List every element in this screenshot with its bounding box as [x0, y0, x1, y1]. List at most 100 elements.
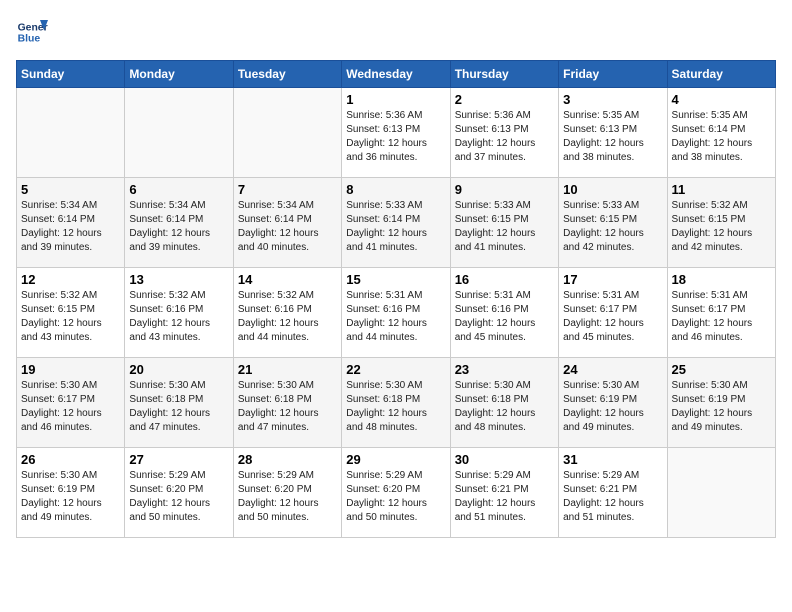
day-header-tuesday: Tuesday — [233, 61, 341, 88]
day-info: Sunrise: 5:31 AM Sunset: 6:16 PM Dayligh… — [455, 289, 554, 345]
day-info: Sunrise: 5:30 AM Sunset: 6:19 PM Dayligh… — [672, 379, 771, 435]
calendar-cell: 20 Sunrise: 5:30 AM Sunset: 6:18 PM Dayli… — [125, 358, 233, 448]
day-number: 26 — [21, 452, 120, 467]
day-info: Sunrise: 5:30 AM Sunset: 6:17 PM Dayligh… — [21, 379, 120, 435]
calendar-cell: 24 Sunrise: 5:30 AM Sunset: 6:19 PM Dayli… — [559, 358, 667, 448]
day-info: Sunrise: 5:34 AM Sunset: 6:14 PM Dayligh… — [21, 199, 120, 255]
day-number: 15 — [346, 272, 445, 287]
calendar-cell — [125, 88, 233, 178]
calendar-cell: 12 Sunrise: 5:32 AM Sunset: 6:15 PM Dayli… — [17, 268, 125, 358]
day-number: 8 — [346, 182, 445, 197]
day-info: Sunrise: 5:34 AM Sunset: 6:14 PM Dayligh… — [129, 199, 228, 255]
day-header-friday: Friday — [559, 61, 667, 88]
day-number: 4 — [672, 92, 771, 107]
day-number: 18 — [672, 272, 771, 287]
day-number: 30 — [455, 452, 554, 467]
day-number: 24 — [563, 362, 662, 377]
week-row-2: 5 Sunrise: 5:34 AM Sunset: 6:14 PM Daylig… — [17, 178, 776, 268]
day-info: Sunrise: 5:29 AM Sunset: 6:21 PM Dayligh… — [563, 469, 662, 525]
day-number: 16 — [455, 272, 554, 287]
calendar-cell: 25 Sunrise: 5:30 AM Sunset: 6:19 PM Dayli… — [667, 358, 775, 448]
calendar-cell: 1 Sunrise: 5:36 AM Sunset: 6:13 PM Daylig… — [342, 88, 450, 178]
day-info: Sunrise: 5:35 AM Sunset: 6:14 PM Dayligh… — [672, 109, 771, 165]
day-header-thursday: Thursday — [450, 61, 558, 88]
calendar-cell: 15Sunrise: 5:31 AM Sunset: 6:16 PM Dayli… — [342, 268, 450, 358]
calendar-cell: 8 Sunrise: 5:33 AM Sunset: 6:14 PM Daylig… — [342, 178, 450, 268]
calendar-cell: 31 Sunrise: 5:29 AM Sunset: 6:21 PM Dayli… — [559, 448, 667, 538]
day-number: 9 — [455, 182, 554, 197]
calendar-cell: 2 Sunrise: 5:36 AM Sunset: 6:13 PM Daylig… — [450, 88, 558, 178]
calendar-cell: 3Sunrise: 5:35 AM Sunset: 6:13 PM Daylig… — [559, 88, 667, 178]
week-row-4: 19 Sunrise: 5:30 AM Sunset: 6:17 PM Dayli… — [17, 358, 776, 448]
day-number: 21 — [238, 362, 337, 377]
day-info: Sunrise: 5:34 AM Sunset: 6:14 PM Dayligh… — [238, 199, 337, 255]
day-info: Sunrise: 5:33 AM Sunset: 6:15 PM Dayligh… — [563, 199, 662, 255]
day-number: 5 — [21, 182, 120, 197]
day-number: 25 — [672, 362, 771, 377]
day-info: Sunrise: 5:36 AM Sunset: 6:13 PM Dayligh… — [455, 109, 554, 165]
calendar-cell: 27 Sunrise: 5:29 AM Sunset: 6:20 PM Dayli… — [125, 448, 233, 538]
calendar-cell — [17, 88, 125, 178]
calendar-cell: 14 Sunrise: 5:32 AM Sunset: 6:16 PM Dayli… — [233, 268, 341, 358]
calendar-cell: 16 Sunrise: 5:31 AM Sunset: 6:16 PM Dayli… — [450, 268, 558, 358]
day-number: 28 — [238, 452, 337, 467]
calendar-cell: 29Sunrise: 5:29 AM Sunset: 6:20 PM Dayli… — [342, 448, 450, 538]
day-number: 22 — [346, 362, 445, 377]
day-header-sunday: Sunday — [17, 61, 125, 88]
day-info: Sunrise: 5:32 AM Sunset: 6:15 PM Dayligh… — [21, 289, 120, 345]
calendar-cell: 5 Sunrise: 5:34 AM Sunset: 6:14 PM Daylig… — [17, 178, 125, 268]
day-number: 1 — [346, 92, 445, 107]
week-row-5: 26 Sunrise: 5:30 AM Sunset: 6:19 PM Dayli… — [17, 448, 776, 538]
day-number: 7 — [238, 182, 337, 197]
calendar-cell: 26 Sunrise: 5:30 AM Sunset: 6:19 PM Dayli… — [17, 448, 125, 538]
day-info: Sunrise: 5:33 AM Sunset: 6:14 PM Dayligh… — [346, 199, 445, 255]
calendar-cell: 9 Sunrise: 5:33 AM Sunset: 6:15 PM Daylig… — [450, 178, 558, 268]
day-number: 12 — [21, 272, 120, 287]
page-header: General Blue — [16, 16, 776, 48]
day-number: 2 — [455, 92, 554, 107]
day-number: 3 — [563, 92, 662, 107]
day-number: 6 — [129, 182, 228, 197]
calendar-cell — [667, 448, 775, 538]
day-info: Sunrise: 5:30 AM Sunset: 6:19 PM Dayligh… — [563, 379, 662, 435]
calendar-cell: 28Sunrise: 5:29 AM Sunset: 6:20 PM Dayli… — [233, 448, 341, 538]
day-info: Sunrise: 5:31 AM Sunset: 6:17 PM Dayligh… — [672, 289, 771, 345]
calendar-cell: 4 Sunrise: 5:35 AM Sunset: 6:14 PM Daylig… — [667, 88, 775, 178]
day-info: Sunrise: 5:30 AM Sunset: 6:18 PM Dayligh… — [129, 379, 228, 435]
day-info: Sunrise: 5:30 AM Sunset: 6:18 PM Dayligh… — [346, 379, 445, 435]
calendar-cell: 30Sunrise: 5:29 AM Sunset: 6:21 PM Dayli… — [450, 448, 558, 538]
calendar-cell: 6 Sunrise: 5:34 AM Sunset: 6:14 PM Daylig… — [125, 178, 233, 268]
week-row-3: 12 Sunrise: 5:32 AM Sunset: 6:15 PM Dayli… — [17, 268, 776, 358]
calendar-cell — [233, 88, 341, 178]
calendar-table: SundayMondayTuesdayWednesdayThursdayFrid… — [16, 60, 776, 538]
day-info: Sunrise: 5:33 AM Sunset: 6:15 PM Dayligh… — [455, 199, 554, 255]
calendar-cell: 21 Sunrise: 5:30 AM Sunset: 6:18 PM Dayli… — [233, 358, 341, 448]
day-info: Sunrise: 5:36 AM Sunset: 6:13 PM Dayligh… — [346, 109, 445, 165]
day-number: 13 — [129, 272, 228, 287]
day-info: Sunrise: 5:30 AM Sunset: 6:18 PM Dayligh… — [455, 379, 554, 435]
day-info: Sunrise: 5:29 AM Sunset: 6:20 PM Dayligh… — [129, 469, 228, 525]
day-header-wednesday: Wednesday — [342, 61, 450, 88]
day-number: 27 — [129, 452, 228, 467]
week-row-1: 1 Sunrise: 5:36 AM Sunset: 6:13 PM Daylig… — [17, 88, 776, 178]
day-header-monday: Monday — [125, 61, 233, 88]
day-number: 11 — [672, 182, 771, 197]
day-info: Sunrise: 5:32 AM Sunset: 6:15 PM Dayligh… — [672, 199, 771, 255]
day-info: Sunrise: 5:29 AM Sunset: 6:20 PM Dayligh… — [346, 469, 445, 525]
day-number: 31 — [563, 452, 662, 467]
day-info: Sunrise: 5:30 AM Sunset: 6:19 PM Dayligh… — [21, 469, 120, 525]
day-number: 19 — [21, 362, 120, 377]
day-number: 14 — [238, 272, 337, 287]
day-info: Sunrise: 5:30 AM Sunset: 6:18 PM Dayligh… — [238, 379, 337, 435]
logo: General Blue — [16, 16, 52, 48]
days-header-row: SundayMondayTuesdayWednesdayThursdayFrid… — [17, 61, 776, 88]
calendar-cell: 7 Sunrise: 5:34 AM Sunset: 6:14 PM Daylig… — [233, 178, 341, 268]
day-number: 23 — [455, 362, 554, 377]
day-number: 20 — [129, 362, 228, 377]
calendar-cell: 17Sunrise: 5:31 AM Sunset: 6:17 PM Dayli… — [559, 268, 667, 358]
day-info: Sunrise: 5:32 AM Sunset: 6:16 PM Dayligh… — [238, 289, 337, 345]
day-number: 17 — [563, 272, 662, 287]
svg-text:Blue: Blue — [18, 34, 41, 45]
calendar-cell: 18 Sunrise: 5:31 AM Sunset: 6:17 PM Dayli… — [667, 268, 775, 358]
day-info: Sunrise: 5:32 AM Sunset: 6:16 PM Dayligh… — [129, 289, 228, 345]
